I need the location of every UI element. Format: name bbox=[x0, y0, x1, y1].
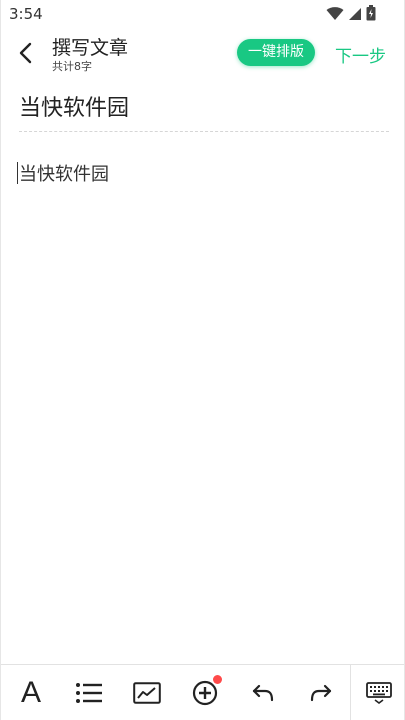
back-button[interactable] bbox=[11, 38, 39, 68]
article-title-input[interactable]: 当快软件园 bbox=[19, 90, 129, 122]
editor-screen: 3:54 撰写文章 共计8字 一键排版 下一步 当快软件园 当快软件园 A bbox=[0, 0, 405, 720]
list-icon bbox=[76, 683, 102, 703]
insert-more-button[interactable] bbox=[189, 675, 222, 709]
battery-icon bbox=[366, 5, 376, 25]
undo-icon bbox=[252, 684, 274, 702]
redo-button[interactable] bbox=[305, 677, 337, 709]
title-divider bbox=[19, 131, 389, 132]
header: 撰写文章 共计8字 一键排版 下一步 bbox=[1, 28, 404, 78]
font-icon: A bbox=[20, 676, 41, 709]
text-cursor bbox=[17, 162, 18, 184]
toolbar-divider bbox=[350, 665, 351, 720]
insert-icon bbox=[192, 680, 218, 706]
status-bar: 3:54 bbox=[1, 0, 404, 28]
word-count: 共计8字 bbox=[52, 60, 92, 73]
undo-button[interactable] bbox=[247, 677, 279, 709]
keyboard-icon bbox=[366, 682, 392, 704]
one-click-format-button[interactable]: 一键排版 bbox=[237, 39, 315, 66]
image-icon bbox=[133, 682, 161, 704]
editor-toolbar: A bbox=[1, 664, 404, 720]
article-body-editor[interactable]: 当快软件园 bbox=[17, 160, 389, 650]
wifi-icon bbox=[326, 6, 344, 25]
redo-icon bbox=[310, 684, 332, 702]
notification-dot bbox=[213, 675, 222, 684]
status-icons bbox=[326, 5, 376, 25]
signal-icon bbox=[348, 6, 362, 25]
hide-keyboard-button[interactable] bbox=[363, 677, 395, 709]
list-button[interactable] bbox=[73, 677, 105, 709]
page-title: 撰写文章 bbox=[52, 37, 129, 59]
insert-image-button[interactable] bbox=[131, 677, 163, 709]
next-step-button[interactable]: 下一步 bbox=[335, 42, 386, 67]
article-body-text: 当快软件园 bbox=[19, 164, 109, 185]
status-time: 3:54 bbox=[9, 5, 43, 23]
back-arrow-icon bbox=[19, 42, 32, 64]
font-style-button[interactable]: A bbox=[15, 677, 47, 709]
